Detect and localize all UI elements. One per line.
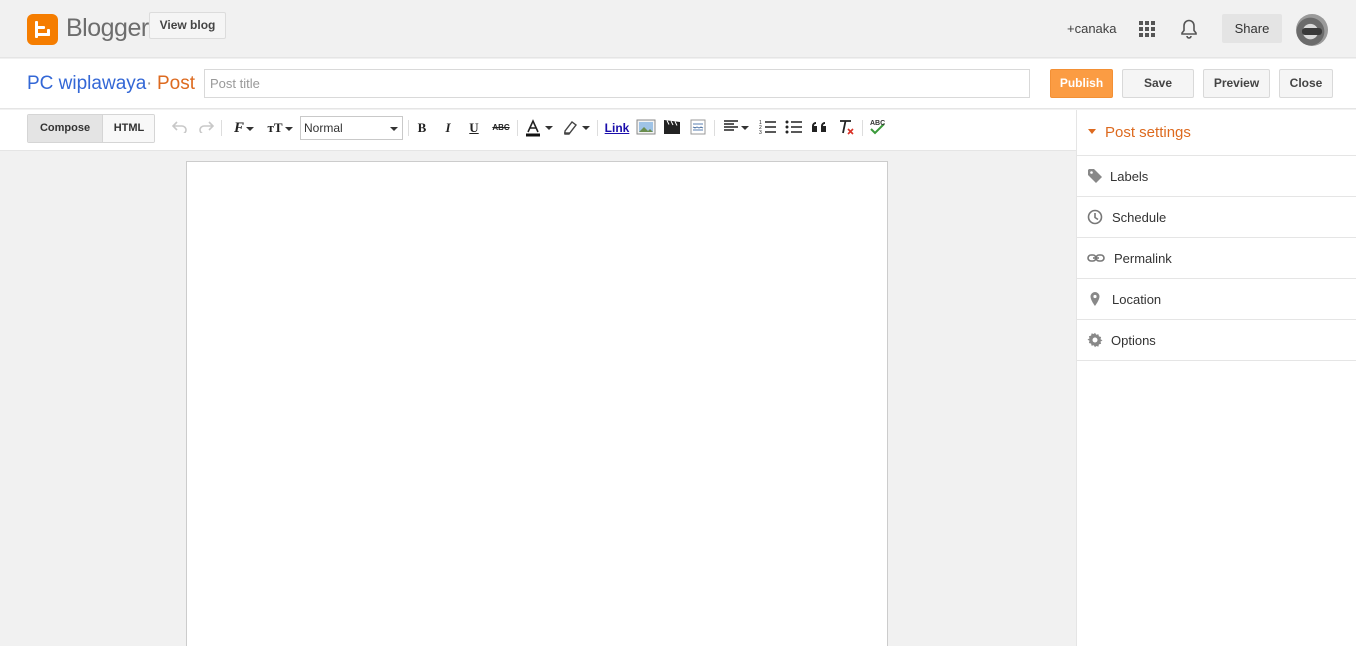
quote-icon[interactable] <box>811 119 829 137</box>
post-settings-sidebar: Post settings Labels Schedule Permalink … <box>1076 110 1356 646</box>
bulleted-list-icon[interactable] <box>785 119 803 137</box>
notifications-bell-icon[interactable] <box>1180 19 1198 39</box>
strikethrough-button[interactable]: ABC <box>490 119 512 137</box>
text-color-icon <box>526 119 540 137</box>
font-size-button[interactable]: тT <box>264 119 296 137</box>
font-family-icon: F <box>233 120 244 136</box>
sidebar-item-permalink[interactable]: Permalink <box>1077 238 1356 279</box>
avatar[interactable] <box>1296 14 1328 46</box>
publish-button[interactable]: Publish <box>1050 69 1113 98</box>
breadcrumb-separator: · <box>146 73 153 94</box>
sidebar-item-schedule[interactable]: Schedule <box>1077 197 1356 238</box>
post-settings-title: Post settings <box>1105 124 1191 141</box>
post-settings-header[interactable]: Post settings <box>1077 110 1356 156</box>
svg-text:3: 3 <box>759 130 762 135</box>
sidebar-item-location[interactable]: Location <box>1077 279 1356 320</box>
sidebar-item-label: Options <box>1111 333 1156 348</box>
editor-toolbar: Compose HTML F тT Normal B I U ABC Link … <box>0 110 1076 151</box>
font-size-icon: тT <box>267 120 283 135</box>
paragraph-format-select[interactable]: Normal <box>300 116 403 140</box>
alignment-button[interactable] <box>720 119 752 137</box>
sidebar-item-label: Permalink <box>1114 251 1172 266</box>
post-body-editor[interactable] <box>186 161 888 646</box>
undo-icon[interactable] <box>171 119 188 137</box>
toolbar-divider <box>862 120 863 136</box>
sidebar-item-label: Schedule <box>1112 210 1167 225</box>
share-button[interactable]: Share <box>1222 14 1282 43</box>
collapse-triangle-icon <box>1088 129 1096 134</box>
user-profile-link[interactable]: +canaka <box>1067 21 1117 36</box>
link-icon <box>1087 250 1105 266</box>
save-button[interactable]: Save <box>1122 69 1194 98</box>
font-family-button[interactable]: F <box>228 119 260 137</box>
tag-icon <box>1087 168 1105 184</box>
italic-button[interactable]: I <box>440 119 456 137</box>
apps-grid-icon[interactable] <box>1139 21 1155 37</box>
brand-name[interactable]: Blogger <box>66 14 149 43</box>
toolbar-divider <box>597 120 598 136</box>
highlight-marker-icon <box>564 121 577 135</box>
numbered-list-icon[interactable]: 123 <box>759 119 777 137</box>
insert-video-icon[interactable] <box>663 119 681 137</box>
view-blog-button[interactable]: View blog <box>149 12 226 39</box>
spell-check-button[interactable]: ABC <box>868 119 886 137</box>
sidebar-item-label: Labels <box>1110 169 1149 184</box>
toolbar-divider <box>714 120 715 136</box>
close-button[interactable]: Close <box>1279 69 1333 98</box>
post-title-input[interactable] <box>204 69 1030 98</box>
insert-image-icon[interactable] <box>636 119 656 137</box>
bold-button[interactable]: B <box>414 119 430 137</box>
editor-mode-toggle: Compose HTML <box>27 114 155 143</box>
toolbar-divider <box>408 120 409 136</box>
preview-button[interactable]: Preview <box>1203 69 1270 98</box>
spell-check-label: ABC <box>870 120 886 127</box>
redo-icon[interactable] <box>198 119 215 137</box>
gear-icon <box>1087 332 1105 348</box>
blogger-logo-icon[interactable] <box>27 14 58 45</box>
toolbar-divider <box>221 120 222 136</box>
blog-name-link[interactable]: PC wiplawaya <box>27 73 146 95</box>
insert-jump-break-icon[interactable] <box>689 119 707 137</box>
sidebar-item-options[interactable]: Options <box>1077 320 1356 361</box>
toolbar-divider <box>517 120 518 136</box>
breadcrumb-post: Post <box>157 73 196 94</box>
sidebar-item-label: Location <box>1112 292 1162 307</box>
post-title-bar: PC wiplawaya · Post Publish Save Preview… <box>0 59 1356 109</box>
text-color-button[interactable] <box>522 119 554 137</box>
paragraph-format-value: Normal <box>304 121 343 135</box>
compose-mode-button[interactable]: Compose <box>28 115 103 142</box>
remove-formatting-icon[interactable] <box>837 119 855 137</box>
highlight-color-button[interactable] <box>560 119 592 137</box>
top-bar: Blogger View blog +canaka Share <box>0 0 1356 58</box>
clock-icon <box>1087 209 1105 225</box>
align-left-icon <box>724 120 738 131</box>
underline-button[interactable]: U <box>466 119 482 137</box>
insert-link-button[interactable]: Link <box>603 119 631 137</box>
editor-canvas <box>0 151 1076 646</box>
html-mode-button[interactable]: HTML <box>103 115 154 142</box>
pin-icon <box>1087 291 1105 307</box>
sidebar-item-labels[interactable]: Labels <box>1077 156 1356 197</box>
